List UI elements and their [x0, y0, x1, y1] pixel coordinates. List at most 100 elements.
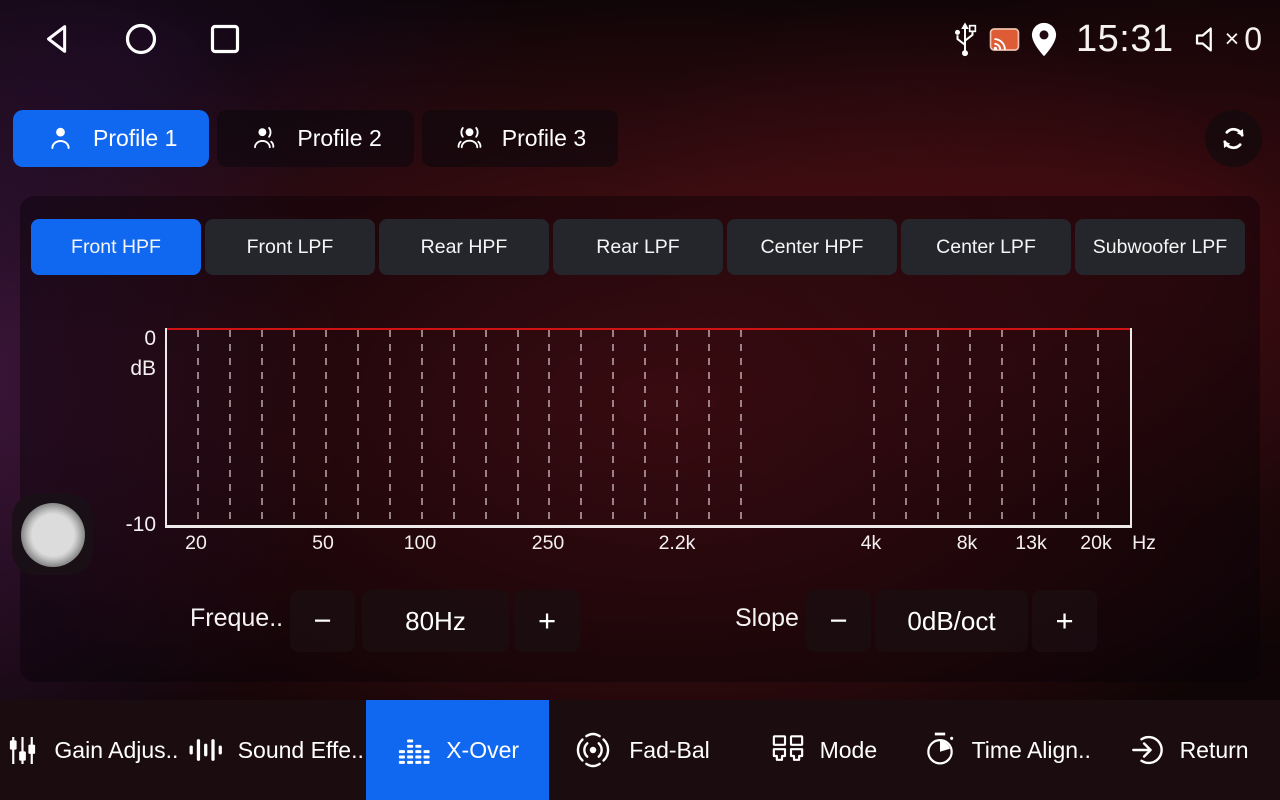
speaker-mute-icon: [1193, 24, 1222, 55]
gridline: [1097, 330, 1099, 525]
home-icon: [122, 20, 160, 58]
nav-item-x-over[interactable]: X-Over: [366, 700, 549, 800]
nav-item-return[interactable]: Return: [1097, 700, 1280, 800]
status-cluster: 15:31 × 0: [950, 18, 1262, 61]
filter-tab-label: Rear HPF: [421, 236, 508, 259]
surround-icon: [570, 729, 616, 771]
slope-value: 0dB/oct: [875, 590, 1028, 652]
gridline: [517, 330, 519, 525]
gridline: [612, 330, 614, 525]
nav-label: Gain Adjus..: [54, 737, 178, 764]
nav-item-gain-adjus[interactable]: Gain Adjus..: [0, 700, 183, 800]
gridline: [969, 330, 971, 525]
y-axis-min-label: -10: [90, 513, 156, 537]
nav-label: Sound Effe..: [238, 737, 364, 764]
knob-circle-icon: [21, 503, 85, 567]
gridline: [905, 330, 907, 525]
profile-tab-1[interactable]: Profile 1: [13, 110, 209, 167]
recents-button[interactable]: [206, 20, 244, 58]
frequency-minus-button[interactable]: −: [290, 590, 355, 652]
nav-label: Mode: [820, 737, 878, 764]
floating-knob-button[interactable]: [12, 494, 93, 575]
nav-label: Time Align..: [972, 737, 1091, 764]
frequency-plus-button[interactable]: +: [514, 590, 580, 652]
filter-tab-front-hpf[interactable]: Front HPF: [31, 219, 201, 275]
gridline: [1033, 330, 1035, 525]
volume-mult: ×: [1225, 25, 1240, 54]
usb-icon: [950, 19, 980, 59]
back-icon: [40, 20, 76, 58]
profile-label: Profile 1: [93, 125, 177, 152]
slope-label: Slope: [735, 604, 799, 633]
sync-icon: [1217, 122, 1250, 155]
filter-tab-front-lpf[interactable]: Front LPF: [205, 219, 375, 275]
filter-tab-label: Center LPF: [936, 236, 1036, 259]
filter-tab-subwoofer-lpf[interactable]: Subwoofer LPF: [1075, 219, 1245, 275]
gridline: [740, 330, 742, 525]
x-tick-label: 20k: [1080, 532, 1111, 555]
frequency-label: Freque..: [190, 604, 283, 633]
gridline: [325, 330, 327, 525]
filter-tab-rear-lpf[interactable]: Rear LPF: [553, 219, 723, 275]
gridline: [389, 330, 391, 525]
nav-item-mode[interactable]: Mode: [731, 700, 914, 800]
gridline: [485, 330, 487, 525]
user-icon: [45, 123, 76, 154]
profile-tab-2[interactable]: Profile 2: [217, 110, 413, 167]
minus-icon: −: [829, 603, 847, 639]
grid-icon: [769, 732, 807, 768]
gridline: [197, 330, 199, 525]
filter-tab-center-lpf[interactable]: Center LPF: [901, 219, 1071, 275]
x-axis-unit-label: Hz: [1132, 532, 1156, 555]
x-tick-label: 8k: [957, 532, 978, 555]
nav-item-sound-effe[interactable]: Sound Effe..: [183, 700, 366, 800]
back-button[interactable]: [40, 20, 76, 58]
gridline: [580, 330, 582, 525]
gridline: [644, 330, 646, 525]
volume-indicator: × 0: [1193, 21, 1262, 58]
home-button[interactable]: [122, 20, 160, 58]
x-tick-label: 13k: [1015, 532, 1046, 555]
filter-tab-label: Front HPF: [71, 236, 161, 259]
y-axis-unit-label: dB: [90, 357, 156, 381]
gridline: [261, 330, 263, 525]
user-arcs-icon: [454, 123, 485, 154]
gridline: [873, 330, 875, 525]
wave-bars-icon: [185, 730, 225, 770]
gridline: [357, 330, 359, 525]
profile-tab-3[interactable]: Profile 3: [422, 110, 618, 167]
minus-icon: −: [313, 603, 331, 639]
slope-plus-button[interactable]: +: [1032, 590, 1097, 652]
nav-label: Return: [1180, 737, 1249, 764]
x-tick-label: 4k: [861, 532, 882, 555]
eq-bars-icon: [395, 731, 433, 769]
profile-label: Profile 2: [297, 125, 381, 152]
clock: 15:31: [1076, 18, 1174, 61]
filter-tab-rear-hpf[interactable]: Rear HPF: [379, 219, 549, 275]
profile-label: Profile 3: [502, 125, 586, 152]
xover-settings-screen: 15:31 × 0 Profile 1 Profile 2 Profile 3 Fr…: [0, 0, 1280, 800]
volume-value: 0: [1244, 21, 1262, 58]
reset-button[interactable]: [1205, 110, 1262, 167]
filter-tab-label: Center HPF: [761, 236, 864, 259]
x-tick-label: 250: [532, 532, 565, 555]
filter-tab-center-hpf[interactable]: Center HPF: [727, 219, 897, 275]
gridline: [229, 330, 231, 525]
android-nav-keys: [40, 20, 244, 58]
location-icon: [1029, 21, 1059, 58]
nav-item-fad-bal[interactable]: Fad-Bal: [549, 700, 732, 800]
filter-tab-label: Subwoofer LPF: [1093, 236, 1227, 259]
gridline: [1001, 330, 1003, 525]
response-curve: [167, 328, 1130, 330]
profile-tabs: Profile 1 Profile 2 Profile 3: [13, 110, 618, 167]
x-tick-label: 20: [185, 532, 207, 555]
filter-tabs: Front HPF Front LPF Rear HPF Rear LPF Center…: [31, 219, 1245, 275]
bottom-nav: Gain Adjus.. Sound Effe..X-OverFad-Bal Mod…: [0, 700, 1280, 800]
filter-tab-label: Rear LPF: [596, 236, 679, 259]
user-arc-icon: [249, 123, 280, 154]
slope-minus-button[interactable]: −: [806, 590, 871, 652]
status-icons: [950, 19, 1059, 59]
plus-icon: +: [538, 603, 556, 639]
status-bar: 15:31 × 0: [0, 0, 1280, 78]
nav-item-time-align[interactable]: Time Align..: [914, 700, 1097, 800]
